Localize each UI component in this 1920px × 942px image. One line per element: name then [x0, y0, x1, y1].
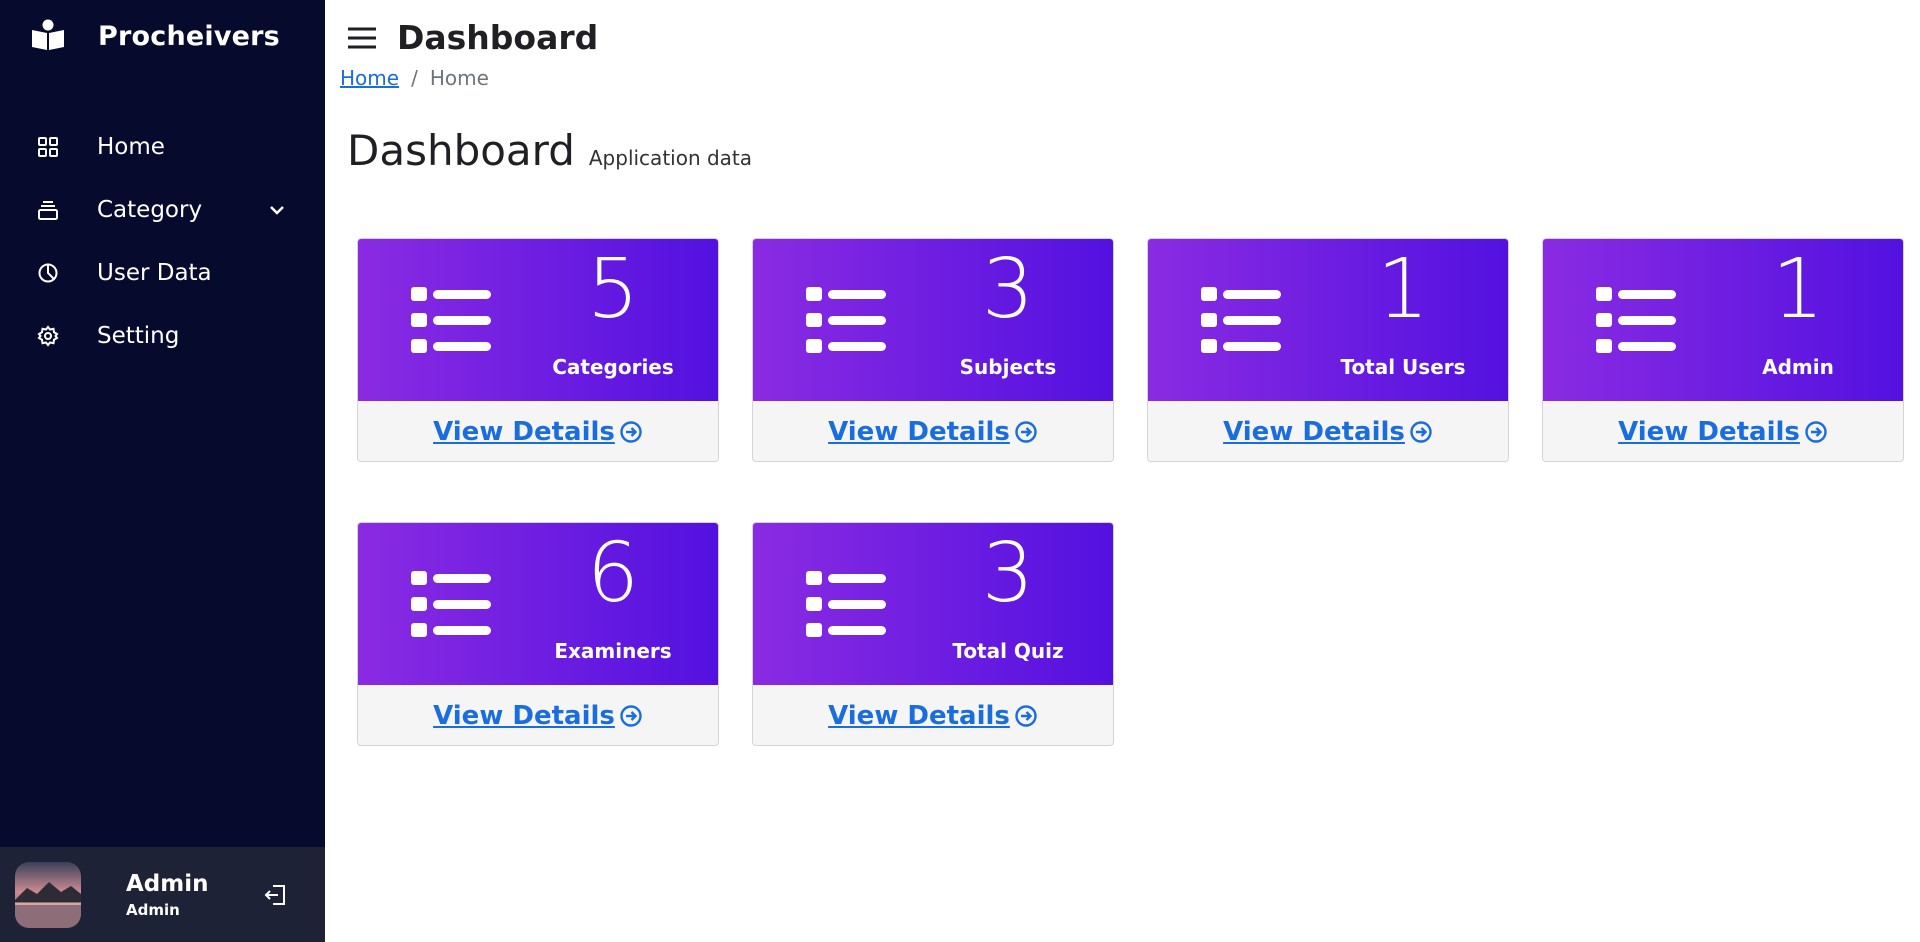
stat-value: 3: [981, 242, 1035, 337]
header-title: Dashboard: [397, 18, 599, 57]
view-details-link[interactable]: View Details: [433, 701, 643, 731]
list-icon: [1201, 287, 1281, 353]
page-header: Dashboard Application data: [347, 126, 752, 175]
grid-icon: [36, 135, 60, 159]
stat-label: Subjects: [959, 355, 1057, 379]
stat-card-total-quiz: 3 Total Quiz View Details: [752, 522, 1114, 746]
view-details-link[interactable]: View Details: [828, 701, 1038, 731]
logout-icon[interactable]: [263, 882, 289, 908]
topbar: Dashboard: [347, 18, 598, 57]
sidebar-item-label: Setting: [97, 322, 180, 349]
stat-label: Examiners: [554, 639, 672, 663]
view-details-link[interactable]: View Details: [1618, 417, 1828, 447]
chevron-down-icon[interactable]: [267, 200, 287, 220]
stat-value: 1: [1771, 242, 1825, 337]
stat-value: 6: [586, 526, 640, 621]
list-icon: [806, 287, 886, 353]
stat-card-admin: 1 Admin View Details: [1542, 238, 1904, 462]
user-name: Admin: [126, 870, 209, 897]
list-icon: [806, 571, 886, 637]
avatar[interactable]: [15, 861, 81, 928]
sidebar-item-home[interactable]: Home: [0, 115, 325, 178]
breadcrumb-current: Home: [429, 66, 489, 90]
brand[interactable]: Procheivers: [30, 18, 280, 54]
sidebar-nav: Home Category User Data Setting: [0, 115, 325, 367]
user-panel: Admin Admin: [0, 847, 325, 942]
user-role: Admin: [126, 900, 180, 919]
sidebar-item-label: Category: [97, 196, 203, 223]
arrow-circle-right-icon: [620, 421, 642, 443]
stat-card-total-users: 1 Total Users View Details: [1147, 238, 1509, 462]
sidebar-item-label: User Data: [97, 259, 212, 286]
list-icon: [411, 571, 491, 637]
view-details-link[interactable]: View Details: [1223, 417, 1433, 447]
stat-value: 1: [1376, 242, 1430, 337]
stat-label: Total Users: [1340, 355, 1466, 379]
stat-value: 5: [586, 242, 640, 337]
stat-card-subjects: 3 Subjects View Details: [752, 238, 1114, 462]
arrow-circle-right-icon: [1410, 421, 1432, 443]
arrow-circle-right-icon: [1805, 421, 1827, 443]
breadcrumb: Home / Home: [340, 66, 489, 90]
stack-icon: [36, 198, 60, 222]
sidebar-item-user-data[interactable]: User Data: [0, 241, 325, 304]
stat-value: 3: [981, 526, 1035, 621]
sidebar-item-setting[interactable]: Setting: [0, 304, 325, 367]
stat-card-categories: 5 Categories View Details: [357, 238, 719, 462]
stat-card-examiners: 6 Examiners View Details: [357, 522, 719, 746]
brand-name: Procheivers: [98, 20, 280, 52]
page-subtitle: Application data: [588, 146, 753, 170]
sidebar-item-label: Home: [97, 133, 165, 160]
stat-label: Total Quiz: [952, 639, 1064, 663]
book-reader-icon: [32, 19, 64, 50]
view-details-link[interactable]: View Details: [433, 417, 643, 447]
sidebar: Procheivers Home Category User Data Sett…: [0, 0, 325, 942]
stat-label: Categories: [552, 355, 674, 379]
sidebar-item-category[interactable]: Category: [0, 178, 325, 241]
pie-chart-icon: [36, 261, 60, 285]
arrow-circle-right-icon: [620, 705, 642, 727]
breadcrumb-separator: /: [411, 66, 418, 90]
arrow-circle-right-icon: [1015, 705, 1037, 727]
list-icon: [1596, 287, 1676, 353]
breadcrumb-home-link[interactable]: Home: [340, 66, 399, 90]
gear-icon: [36, 324, 60, 348]
stat-label: Admin: [1762, 355, 1834, 379]
view-details-link[interactable]: View Details: [828, 417, 1038, 447]
main-content: Dashboard Home / Home Dashboard Applicatio…: [325, 0, 1920, 942]
hamburger-menu-icon[interactable]: [347, 24, 377, 52]
list-icon: [411, 287, 491, 353]
arrow-circle-right-icon: [1015, 421, 1037, 443]
page-title: Dashboard: [347, 126, 575, 175]
